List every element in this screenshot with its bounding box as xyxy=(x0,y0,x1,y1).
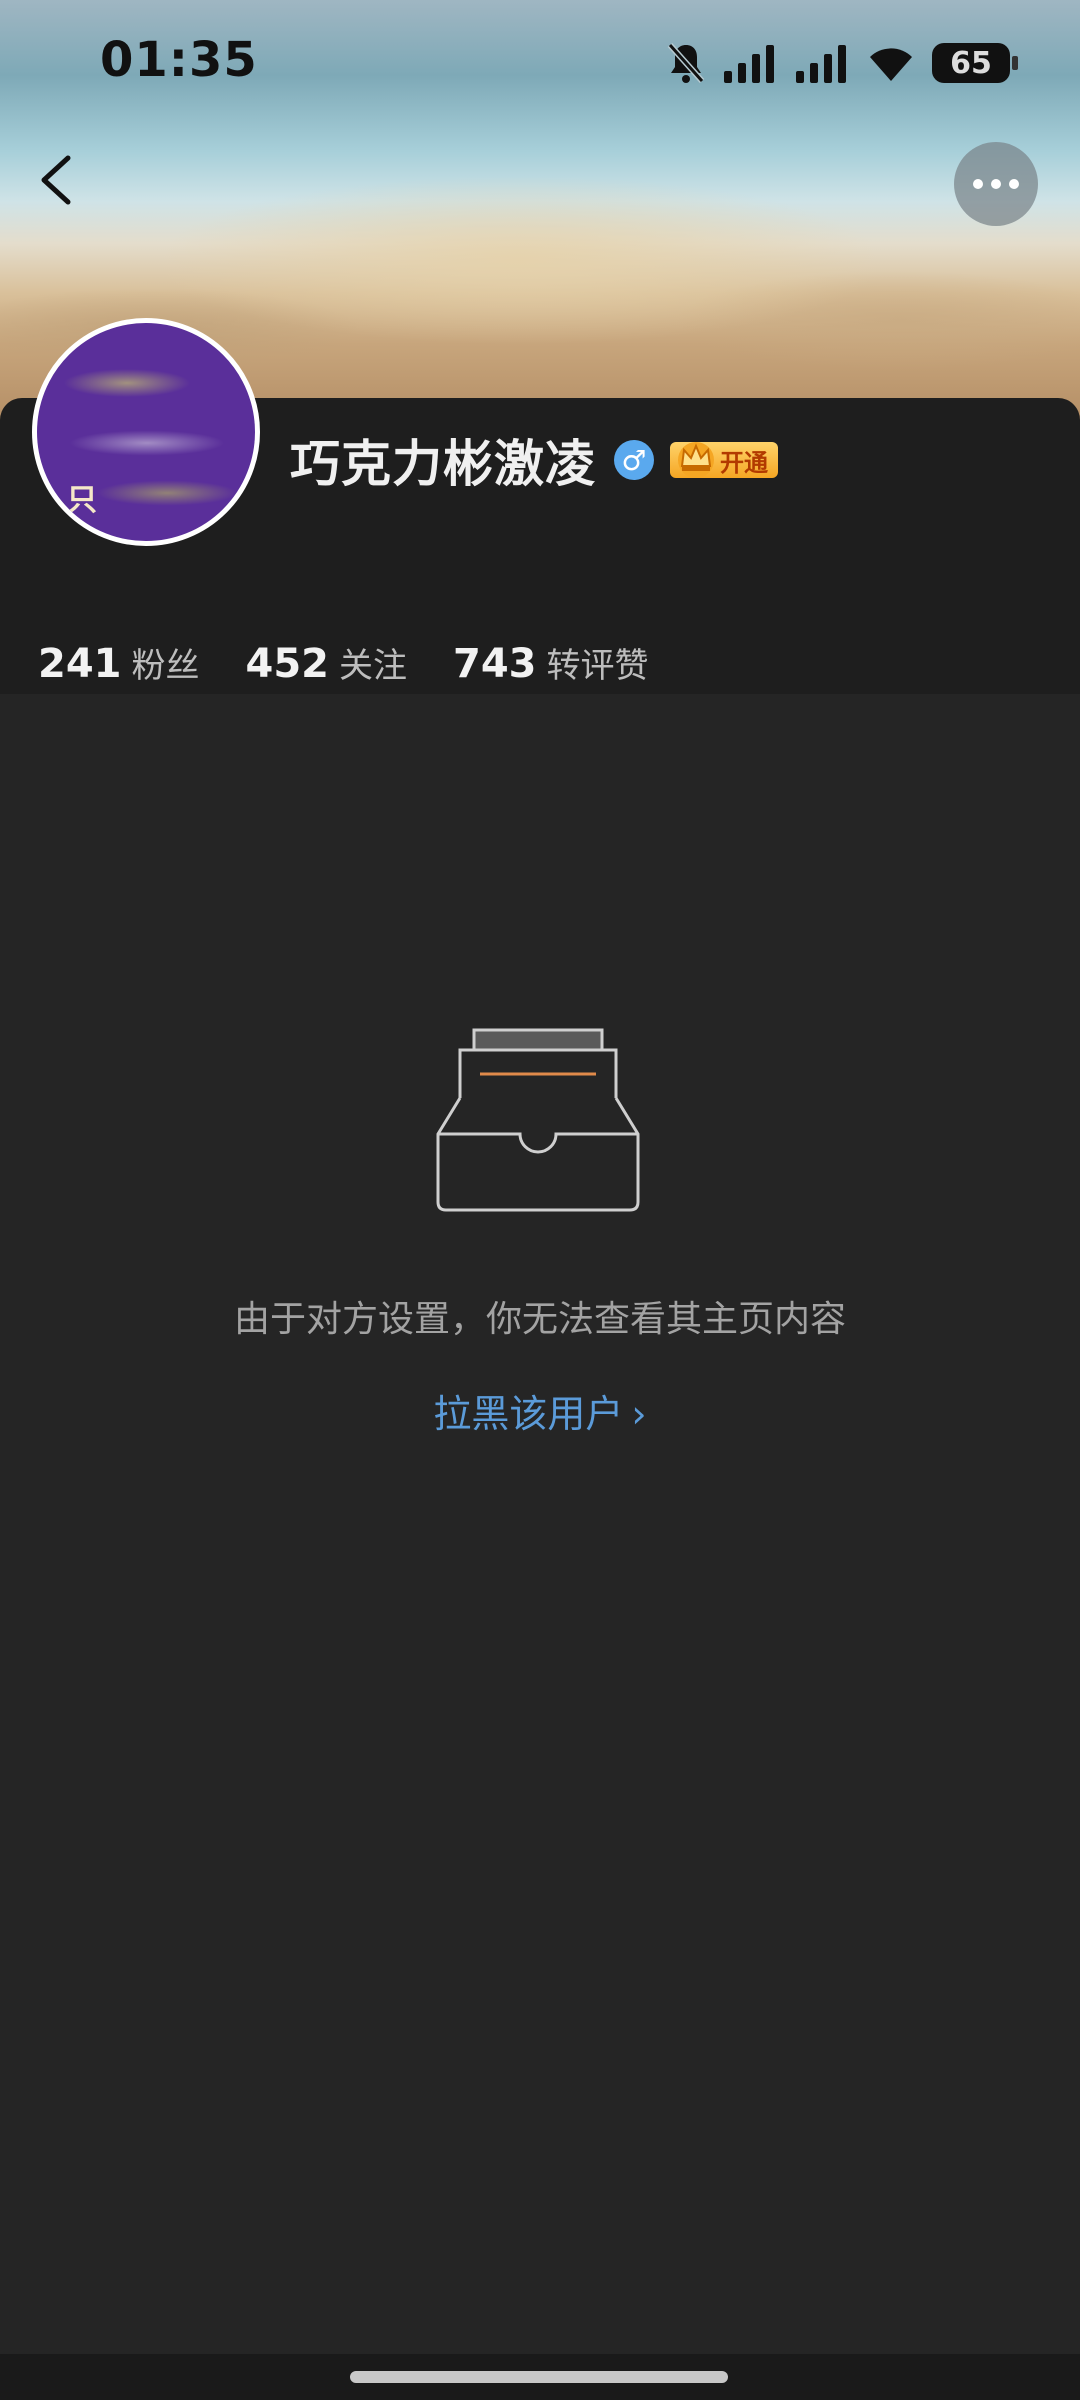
stat-value: 452 xyxy=(245,641,330,687)
more-dot xyxy=(1009,179,1019,189)
status-time: 01:35 xyxy=(100,32,258,88)
male-icon: ♂ xyxy=(614,440,654,480)
stat-likes[interactable]: 743 转评赞 xyxy=(453,638,649,687)
bell-off-icon xyxy=(667,43,705,83)
stat-label: 关注 xyxy=(339,646,407,686)
stat-label: 转评赞 xyxy=(546,646,649,686)
chevron-right-icon: › xyxy=(631,1392,647,1436)
status-icons: 65 xyxy=(666,38,1018,88)
battery-icon: 65 xyxy=(932,43,1018,83)
more-dot xyxy=(973,179,983,189)
more-button[interactable] xyxy=(954,142,1038,226)
stat-label: 粉丝 xyxy=(131,646,200,686)
username: 巧克力彬激凌 xyxy=(290,435,596,493)
avatar[interactable]: 只 xyxy=(32,318,260,546)
stat-value: 241 xyxy=(38,641,122,687)
stats-row: 241 粉丝 452 关注 743 转评赞 xyxy=(38,638,649,687)
stat-following[interactable]: 452 关注 xyxy=(246,638,408,687)
block-user-label: 拉黑该用户 xyxy=(433,1392,624,1436)
crown-icon xyxy=(678,442,714,478)
username-row: 巧克力彬激凌 ♂ 开通 xyxy=(290,422,778,498)
avatar-text: 只 xyxy=(67,483,97,518)
back-button[interactable] xyxy=(30,150,90,210)
stat-followers[interactable]: 241 粉丝 xyxy=(38,638,200,687)
empty-message: 由于对方设置，你无法查看其主页内容 xyxy=(233,1299,846,1340)
vip-badge[interactable]: 开通 xyxy=(670,442,778,478)
more-dot xyxy=(991,179,1001,189)
vip-label: 开通 xyxy=(720,448,768,477)
signal-icon-2 xyxy=(796,45,846,83)
wifi-icon xyxy=(870,48,912,81)
block-user-link[interactable]: 拉黑该用户 › xyxy=(0,1383,1080,1438)
stat-value: 743 xyxy=(453,641,537,687)
empty-inbox-icon xyxy=(436,1028,640,1212)
signal-icon xyxy=(724,45,774,83)
home-indicator[interactable] xyxy=(350,2371,728,2383)
status-bar: 01:35 65 xyxy=(0,0,1080,120)
